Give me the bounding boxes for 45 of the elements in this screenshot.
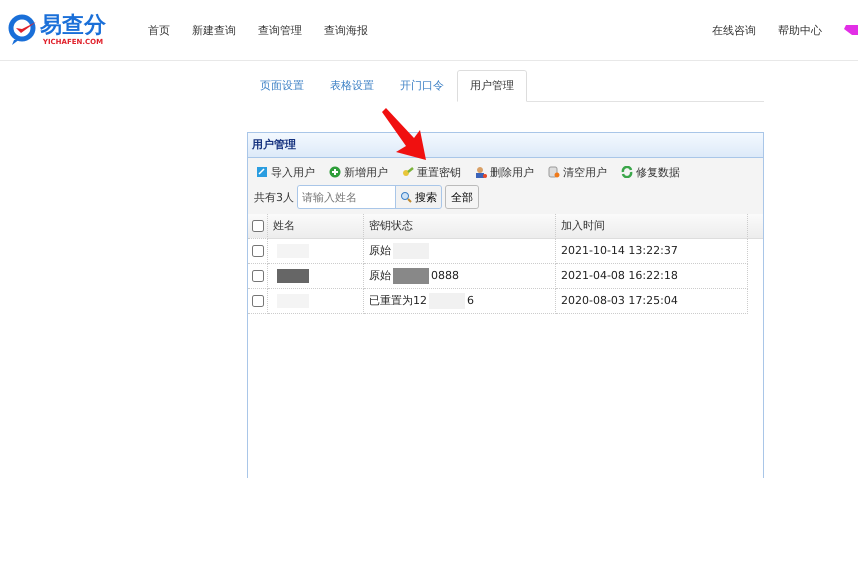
select-all-checkbox[interactable] <box>252 220 264 232</box>
nav-link[interactable]: 新建查询 <box>192 22 236 38</box>
search-icon <box>400 191 412 203</box>
database-icon <box>548 166 560 178</box>
header-filler <box>748 214 763 239</box>
nav-link[interactable]: 首页 <box>148 22 170 38</box>
row-checkbox[interactable] <box>252 245 264 257</box>
nav-link[interactable]: 帮助中心 <box>778 22 822 38</box>
nav-link[interactable]: 查询海报 <box>324 22 368 38</box>
redaction-mark <box>391 267 431 285</box>
toolbar-button[interactable]: 重置密钥 <box>402 164 461 180</box>
column-header: 密钥状态 <box>364 214 556 239</box>
key-status-tail: 0888 <box>431 268 459 284</box>
nav-link[interactable]: 查询管理 <box>258 22 302 38</box>
row-checkbox[interactable] <box>252 270 264 282</box>
row-checkbox[interactable] <box>252 295 264 307</box>
plus-icon <box>329 166 341 178</box>
user-icon <box>475 166 487 178</box>
toolbar-button[interactable]: 新增用户 <box>329 164 388 180</box>
toolbar-button[interactable]: 删除用户 <box>475 164 534 180</box>
search-field[interactable]: 请输入姓名 <box>297 185 395 209</box>
refresh-icon <box>621 166 633 178</box>
toolbar-button[interactable]: 修复数据 <box>621 164 680 180</box>
import-icon <box>256 166 268 178</box>
key-status: 已重置为12 <box>369 293 427 309</box>
user-count: 共有3人 <box>254 190 294 204</box>
tab[interactable]: 用户管理 <box>457 70 527 102</box>
nav-link[interactable]: 在线咨询 <box>712 22 756 38</box>
gem-icon <box>844 24 858 36</box>
key-status-tail: 6 <box>467 293 474 309</box>
logo-icon <box>8 14 38 46</box>
key-status: 原始 <box>369 268 391 284</box>
join-time: 2021-04-08 16:22:18 <box>556 264 748 289</box>
column-header: 加入时间 <box>556 214 748 239</box>
toolbar-button[interactable]: 导入用户 <box>256 164 315 180</box>
logo-text: 易查分 <box>40 14 106 38</box>
join-time: 2020-08-03 17:25:04 <box>556 289 748 314</box>
all-button[interactable]: 全部 <box>445 185 479 209</box>
join-time: 2021-10-14 13:22:37 <box>556 239 748 264</box>
key-status: 原始 <box>369 243 391 259</box>
key-icon <box>402 166 414 178</box>
panel-title: 用户管理 <box>248 133 763 158</box>
search-button[interactable]: 搜索 <box>395 185 442 209</box>
toolbar-button[interactable]: 清空用户 <box>548 164 607 180</box>
column-header: 姓名 <box>268 214 364 239</box>
